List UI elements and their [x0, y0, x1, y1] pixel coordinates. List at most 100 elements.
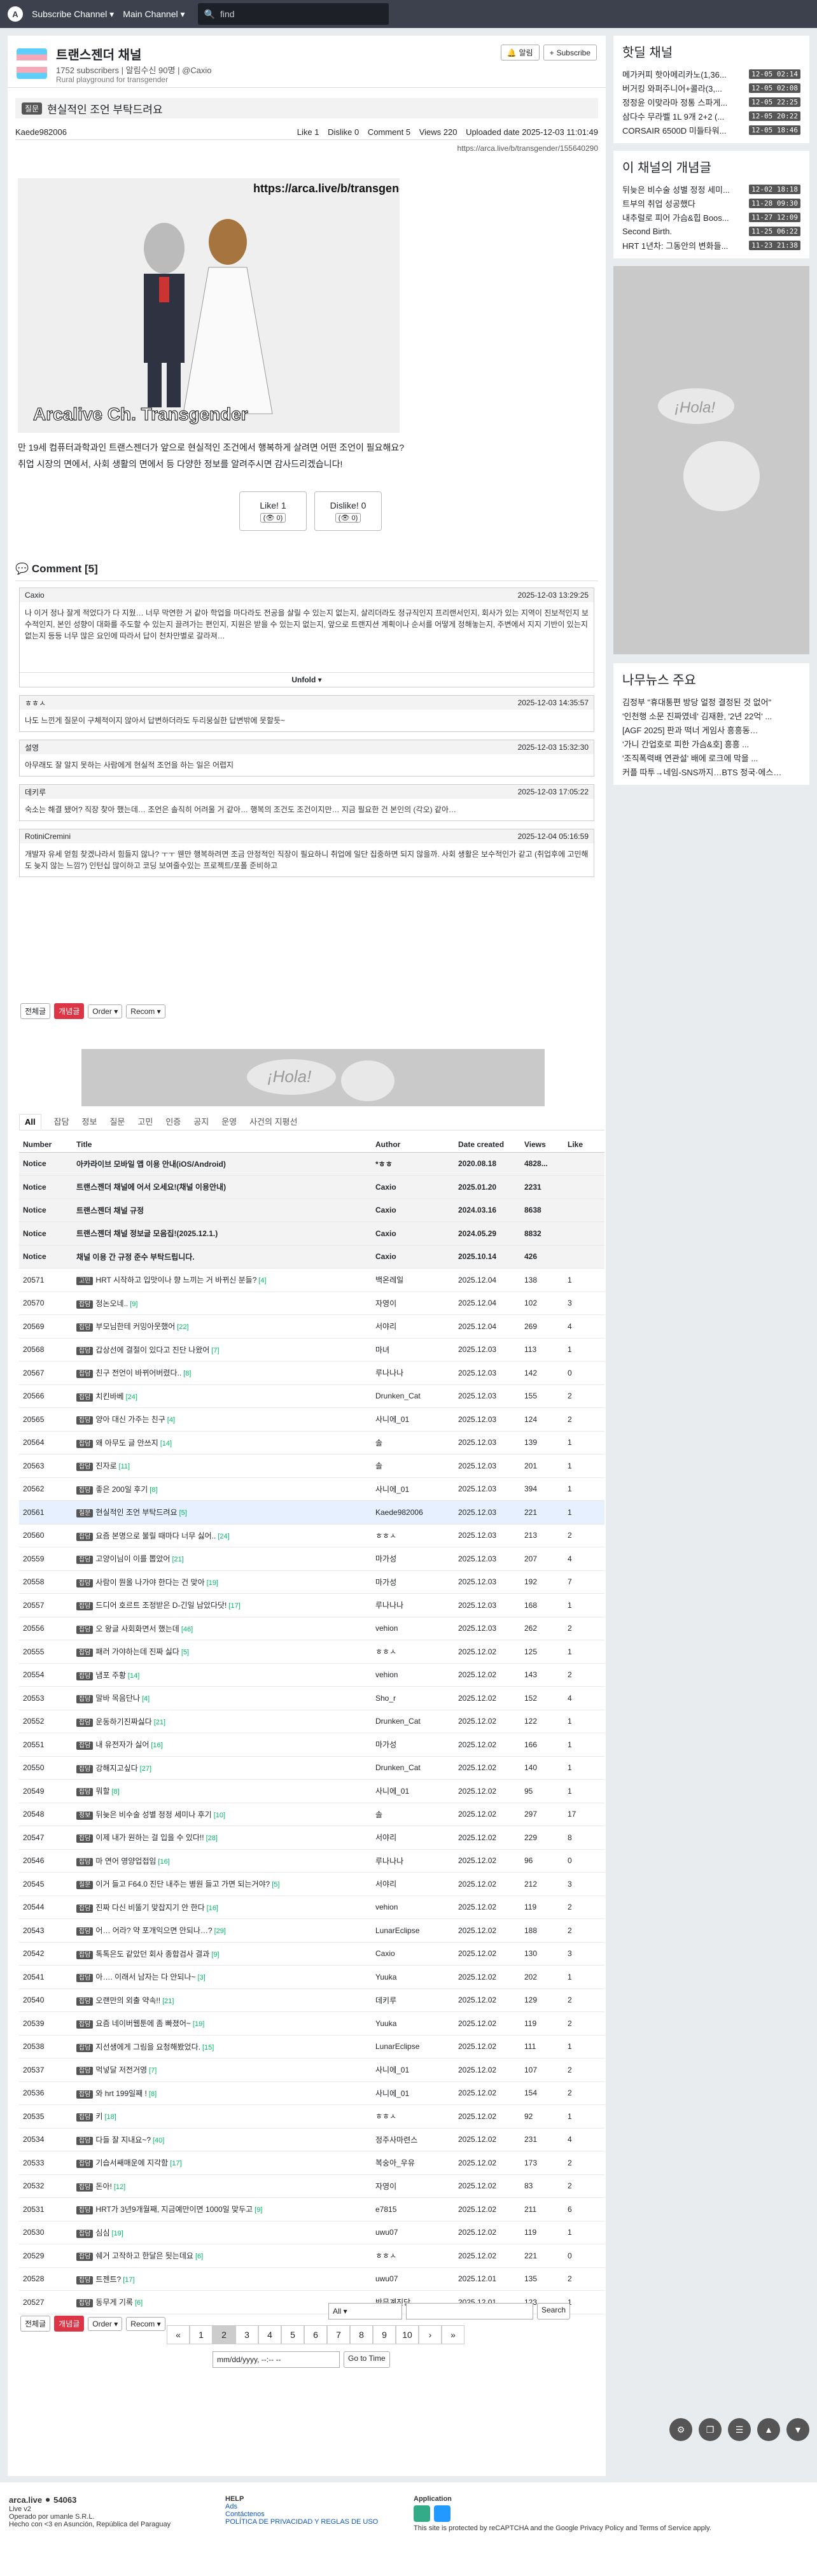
row-title-cell[interactable]: 트랜스젠더 채널 정보글 모음집!(2025.12.1.) [73, 1221, 372, 1246]
row-title-cell[interactable]: 잡담 트젠트? [17] [73, 2267, 372, 2291]
table-row[interactable]: 20559 잡담 고양이님이 이를 뽑았어 [21] 마가성 2025.12.03 207 4 [19, 1547, 604, 1571]
row-title[interactable]: 오 왕글 사회화면서 했는데 [95, 1624, 179, 1633]
tab-all[interactable]: All [19, 1113, 41, 1129]
row-title-cell[interactable]: 잡담 다들 잘 지내요~? [40] [73, 2128, 372, 2151]
row-author[interactable]: vehion [372, 1617, 454, 1640]
tab-worry[interactable]: 고민 [137, 1115, 153, 1127]
table-row[interactable]: 20556 잡담 오 왕글 사회화면서 했는데 [46] vehion 2025.12.0… [19, 1617, 604, 1640]
row-author[interactable]: uwu07 [372, 2267, 454, 2291]
news-item-title[interactable]: '가니 간업호로 피한 가슴&호] 흥흥 ... [622, 738, 800, 750]
comment-user[interactable]: Caxio [25, 591, 45, 600]
row-title-cell[interactable]: 잡담 고양이님이 이를 뽑았어 [21] [73, 1547, 372, 1571]
table-row[interactable]: 20549 잡담 뭐할 [8] 사니에_01 2025.12.02 95 1 [19, 1779, 604, 1803]
side-ad[interactable]: ¡Hola! [613, 266, 809, 654]
row-title[interactable]: 마 연어 영양업접임 [95, 1857, 156, 1866]
row-author[interactable]: 사니에_01 [372, 1779, 454, 1803]
row-title[interactable]: 갑상선에 결절이 있다고 진단 나왔어 [95, 1346, 209, 1355]
row-title[interactable]: 고양이님이 이를 뽑았어 [95, 1554, 170, 1563]
row-title-cell[interactable]: 잡담 어… 어라? 약 포개익으면 안되나…? [29] [73, 1918, 372, 1943]
row-author[interactable]: 루나나나 [372, 1593, 454, 1617]
table-row[interactable]: 20557 잡담 드디어 호르트 조정받은 D-긴일 남았다닷! [17] 루나나나 20… [19, 1593, 604, 1617]
subscribe-channel-menu[interactable]: Subscribe Channel ▾ [32, 9, 114, 20]
arca-logo-icon[interactable]: A [8, 6, 23, 22]
table-row[interactable]: 20529 잡담 쉐거 고작하고 한달은 됫는데요 [6] ㅎㅎㅅ 2025.12.02 2… [19, 2244, 604, 2268]
row-title[interactable]: 정논오네.. [95, 1299, 128, 1308]
row-author[interactable]: 서야리 [372, 1826, 454, 1850]
google-play-icon[interactable] [414, 2505, 430, 2522]
table-row[interactable]: 20545 질문 이거 들고 F64.0 진단 내주는 병원 들고 가면 되는거야?… [19, 1872, 604, 1896]
page-link[interactable]: 2 [213, 2325, 235, 2344]
row-title[interactable]: 양아 대신 가주는 친구 [95, 1415, 165, 1424]
tab-question[interactable]: 질문 [109, 1115, 125, 1127]
row-author[interactable]: *ㅎㅎ [372, 1152, 454, 1176]
row-title-cell[interactable]: 잡담 패러 가야하는데 진짜 싫다 [5] [73, 1640, 372, 1664]
list-icon[interactable]: ☰ [728, 2418, 751, 2441]
table-row[interactable]: 20541 잡담 아…. 이래서 남자는 다 안되나~ [3] Yuuka 2025.12… [19, 1965, 604, 1989]
row-title-cell[interactable]: 아카라이브 모바일 앱 이용 안내(iOS/Android) [73, 1152, 372, 1176]
row-title-cell[interactable]: 트랜스젠더 채널에 어서 오세요!(채널 이용안내) [73, 1175, 372, 1199]
row-author[interactable]: 마녀 [372, 1338, 454, 1362]
news-item-title[interactable]: 커플 따투→네임-SNS까지…BTS 정국·에스… [622, 766, 800, 778]
page-link[interactable]: 3 [235, 2325, 258, 2344]
row-title-cell[interactable]: 정보 뒤늦은 비수술 성별 정정 세미나 후기 [10] [73, 1803, 372, 1826]
footer-ads-link[interactable]: Ads [225, 2503, 378, 2510]
table-row[interactable]: 20553 잡담 말바 목음단나 [4] Sho_r 2025.12.02 152 4 [19, 1686, 604, 1710]
table-row[interactable]: 20546 잡담 마 연어 영양업접임 [16] 루나나나 2025.12.02 96 0 [19, 1849, 604, 1873]
row-title-cell[interactable]: 잡담 요즘 네이버웹툰에 좀 빠졌어~ [19] [73, 2011, 372, 2036]
page-link[interactable]: 10 [396, 2325, 419, 2344]
side-item[interactable]: CORSAIR 6500D 미들타워... 12-05 18:46 [622, 123, 800, 137]
page-link[interactable]: 1 [190, 2325, 213, 2344]
news-item[interactable]: 김정부 "휴대통편 방당 얼정 결정된 것 없어" [622, 694, 800, 708]
table-row[interactable]: 20567 잡담 친구 전언이 바뀌어버렸다.. [8] 루나나나 2025.12.03 1… [19, 1361, 604, 1385]
row-title[interactable]: 냄포 주황 [95, 1671, 126, 1680]
table-row[interactable]: Notice 트랜스젠더 채널에 어서 오세요!(채널 이용안내) Caxio 202… [19, 1175, 604, 1199]
side-item-title[interactable]: 뒤늦은 비수술 성별 정정 세미... [622, 183, 737, 195]
order-select[interactable]: Order ▾ [88, 2316, 123, 2331]
row-title-cell[interactable]: 잡담 지선생에게 그림을 요청해봤었다. [15] [73, 2035, 372, 2059]
page-link[interactable]: 6 [304, 2325, 327, 2344]
row-title[interactable]: 아카라이브 모바일 앱 이용 안내(iOS/Android) [76, 1160, 226, 1169]
main-channel-menu[interactable]: Main Channel ▾ [123, 9, 185, 20]
like-button[interactable]: Like! 1 (👁 0) [239, 491, 307, 531]
side-item[interactable]: 정정윤 이맞라마 정통 스파게... 12-05 22:25 [622, 95, 800, 109]
row-author[interactable]: 서야리 [372, 1872, 454, 1896]
table-row[interactable]: 20547 잡담 이제 내가 원하는 걸 입을 수 있다!! [28] 서야리 2025.… [19, 1826, 604, 1850]
row-title-cell[interactable]: 잡담 친구 전언이 바뀌어버렸다.. [8] [73, 1361, 372, 1385]
news-item-title[interactable]: '조직폭력배 연관설' 배에 로크에 막을 ... [622, 752, 800, 764]
page-link[interactable]: 4 [258, 2325, 281, 2344]
row-title-cell[interactable]: 잡담 톡톡은도 같았던 회사 종합검사 결과 [9] [73, 1942, 372, 1966]
page-link[interactable]: 5 [281, 2325, 304, 2344]
row-title-cell[interactable]: 잡담 오랜만의 외출 약속!! [21] [73, 1988, 372, 2012]
row-title[interactable]: 트랜스젠더 채널 규정 [76, 1206, 144, 1215]
row-author[interactable]: Caxio [372, 1942, 454, 1966]
side-item[interactable]: 트부의 취업 성공했다 11-28 09:30 [622, 196, 800, 210]
tab-operation[interactable]: 운영 [221, 1115, 237, 1127]
table-row[interactable]: 20544 잡담 진짜 다신 비뚤기 맞잡지기 안 한다 [16] vehion 2025… [19, 1896, 604, 1919]
row-title[interactable]: 오랜만의 외출 약속!! [95, 1996, 160, 2005]
row-title[interactable]: 이제 내가 원하는 걸 입을 수 있다!! [95, 1833, 204, 1842]
row-title-cell[interactable]: 잡담 양아 대신 가주는 친구 [4] [73, 1407, 372, 1432]
row-title-cell[interactable]: 잡담 내 유전자가 싫어 [16] [73, 1733, 372, 1757]
row-author[interactable]: 사니에_01 [372, 1477, 454, 1501]
page-link[interactable]: « [167, 2325, 190, 2344]
news-item-title[interactable]: [AGF 2025] 판과 떡너 게임사 흥흥동… [622, 724, 800, 736]
row-title[interactable]: 뒤늦은 비수술 성별 정정 세미나 후기 [95, 1810, 211, 1819]
order-select[interactable]: Order ▾ [88, 1004, 123, 1018]
table-row[interactable]: 20531 잡담 HRT가 3년9개월째, 지금예만이면 1000일 맞두고 [9] e… [19, 2197, 604, 2221]
table-row[interactable]: 20528 잡담 트젠트? [17] uwu07 2025.12.01 135 2 [19, 2267, 604, 2291]
row-title-cell[interactable]: 잡담 요즘 본명으로 불릴 때마다 너무 싫어.. [24] [73, 1524, 372, 1547]
row-title[interactable]: 뭐할 [95, 1787, 109, 1796]
row-title[interactable]: 다들 잘 지내요~? [95, 2136, 151, 2144]
row-title[interactable]: 진짜 다신 비뚤기 맞잡지기 안 한다 [95, 1903, 204, 1912]
side-item[interactable]: 삼다수 무라벨 1L 9개 2+2 (... 12-05 20:22 [622, 109, 800, 123]
table-row[interactable]: 20542 잡담 톡톡은도 같았던 회사 종합검사 결과 [9] Caxio 2025.1… [19, 1942, 604, 1966]
row-title-cell[interactable]: 잡담 치킨바베 [24] [73, 1384, 372, 1408]
row-title-cell[interactable]: 잡담 진자로 [11] [73, 1454, 372, 1478]
all-posts-button[interactable]: 전체글 [20, 2316, 51, 2332]
row-author[interactable]: Drunken_Cat [372, 1756, 454, 1780]
table-row[interactable]: 20570 잡담 정논오네.. [9] 자영이 2025.12.04 102 3 [19, 1292, 604, 1315]
row-author[interactable]: 사니에_01 [372, 2058, 454, 2082]
row-author[interactable]: 마가성 [372, 1570, 454, 1594]
side-item-title[interactable]: 버거킹 와퍼주니어+콜라(3,... [622, 82, 737, 94]
row-title-cell[interactable]: 잡담 돈아! [12] [73, 2174, 372, 2198]
